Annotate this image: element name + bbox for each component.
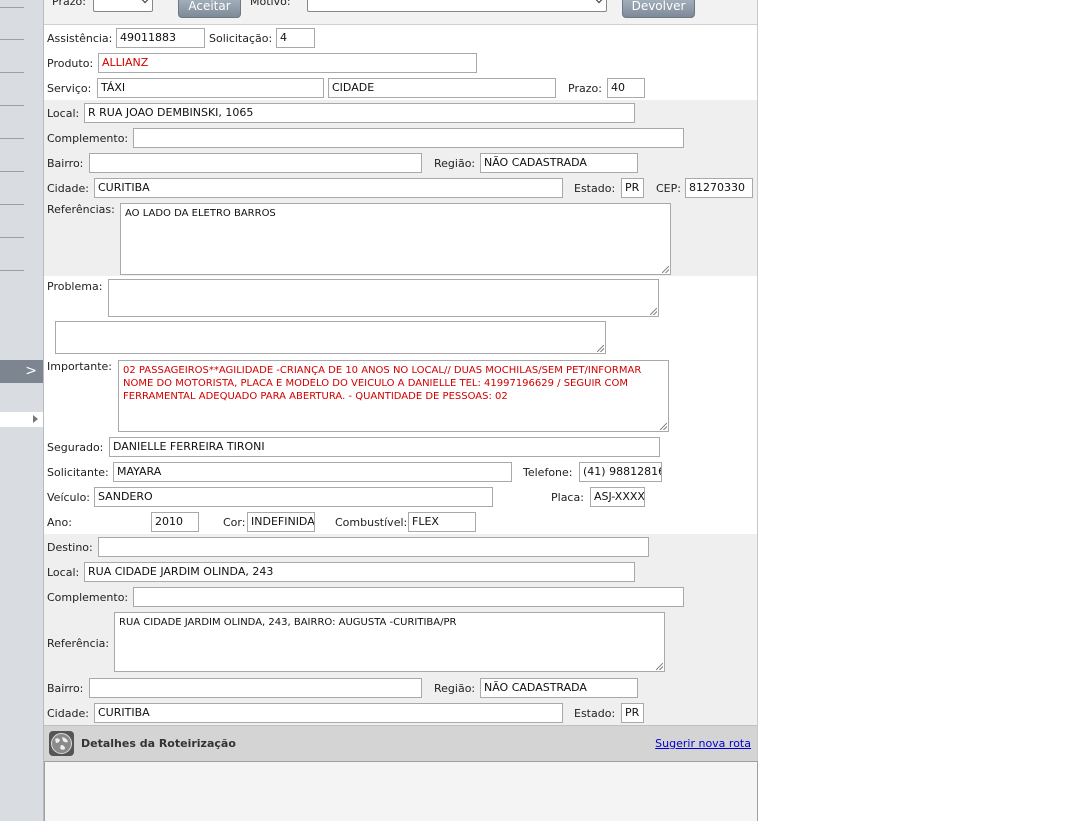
- cor-field[interactable]: INDEFINIDA: [247, 512, 315, 532]
- globe-icon: [49, 731, 74, 756]
- solicitante-field[interactable]: MAYARA: [113, 462, 512, 482]
- placa-field[interactable]: ASJ-XXXX: [590, 487, 645, 507]
- cidade-label: Cidade:: [47, 182, 89, 195]
- importante-textarea[interactable]: 02 PASSAGEIROS**AGILIDADE -CRIANÇA DE 10…: [118, 360, 669, 432]
- destino-label: Destino:: [47, 541, 93, 554]
- devolver-button[interactable]: Devolver: [622, 0, 695, 18]
- regiao-field[interactable]: NÃO CADASTRADA: [480, 153, 638, 173]
- cor-label: Cor:: [223, 516, 246, 529]
- problema-label: Problema:: [47, 280, 103, 293]
- assistencia-field[interactable]: 49011883: [116, 28, 205, 48]
- roteirizacao-title: Detalhes da Roteirização: [81, 737, 236, 750]
- destino-referencia-label: Referência:: [47, 637, 110, 650]
- sugerir-nova-rota-link[interactable]: Sugerir nova rota: [655, 737, 751, 750]
- caret-right-icon: [33, 415, 38, 423]
- destino-estado-field[interactable]: PR: [621, 703, 644, 723]
- sidebar-divider: [0, 204, 24, 205]
- local-field[interactable]: R RUA JOAO DEMBINSKI, 1065: [84, 103, 635, 123]
- problema-textarea[interactable]: [108, 279, 659, 317]
- telefone-field[interactable]: (41) 988128162: [579, 462, 662, 482]
- cep-field[interactable]: 81270330: [685, 178, 753, 198]
- prazo-label: Prazo:: [568, 82, 602, 95]
- destino-complemento-field[interactable]: [133, 587, 684, 607]
- segurado-field[interactable]: DANIELLE FERREIRA TIRONI: [109, 437, 660, 457]
- prazo-top-label: Prazo:: [52, 0, 86, 8]
- assistencia-label: Assistência:: [47, 32, 113, 45]
- sidebar-divider: [0, 270, 24, 271]
- produto-field[interactable]: ALLIANZ: [98, 53, 477, 73]
- solicitante-label: Solicitante:: [47, 466, 109, 479]
- destino-field[interactable]: [98, 537, 649, 557]
- combustivel-field[interactable]: FLEX: [408, 512, 476, 532]
- prazo-select[interactable]: [93, 0, 153, 12]
- destino-local-field[interactable]: RUA CIDADE JARDIM OLINDA, 243: [84, 562, 635, 582]
- left-sidebar: >: [0, 0, 44, 821]
- solicitacao-field[interactable]: 4: [276, 28, 315, 48]
- motivo-select[interactable]: [307, 0, 607, 12]
- veiculo-label: Veículo:: [47, 491, 91, 504]
- prazo-field[interactable]: 40: [607, 78, 645, 98]
- complemento-field[interactable]: [133, 128, 684, 148]
- destino-cidade-field[interactable]: CURITIBA: [94, 703, 563, 723]
- destino-estado-label: Estado:: [574, 707, 616, 720]
- destino-cidade-label: Cidade:: [47, 707, 89, 720]
- motivo-label: Motivo:: [250, 0, 291, 8]
- aceitar-button[interactable]: Aceitar: [178, 0, 241, 18]
- regiao-label: Região:: [434, 157, 476, 170]
- destino-complemento-label: Complemento:: [47, 591, 129, 604]
- solicitacao-label: Solicitação:: [209, 32, 273, 45]
- bairro-label: Bairro:: [47, 157, 84, 170]
- referencias-label: Referências:: [47, 203, 115, 216]
- chevron-down-icon: [140, 0, 150, 4]
- cidade-field[interactable]: CURITIBA: [94, 178, 563, 198]
- complemento-label: Complemento:: [47, 132, 129, 145]
- chevron-right-icon: >: [25, 363, 37, 379]
- sidebar-divider: [0, 105, 24, 106]
- bairro-field[interactable]: [89, 153, 422, 173]
- action-bar: Prazo: Aceitar Motivo: Devolver: [44, 0, 757, 25]
- local-label: Local:: [47, 107, 80, 120]
- ano-field[interactable]: 2010: [151, 512, 199, 532]
- ano-label: Ano:: [47, 516, 72, 529]
- servico-label: Serviço:: [47, 82, 92, 95]
- estado-field[interactable]: PR: [621, 178, 644, 198]
- combustivel-label: Combustível:: [335, 516, 408, 529]
- chevron-down-icon: [594, 0, 604, 4]
- referencias-textarea[interactable]: AO LADO DA ELETRO BARROS: [120, 203, 671, 275]
- destino-regiao-field[interactable]: NÃO CADASTRADA: [480, 678, 638, 698]
- sidebar-divider: [0, 138, 24, 139]
- destino-bairro-field[interactable]: [89, 678, 422, 698]
- problema-extra-textarea[interactable]: [55, 321, 606, 354]
- destino-regiao-label: Região:: [434, 682, 476, 695]
- sidebar-divider: [0, 237, 24, 238]
- telefone-label: Telefone:: [523, 466, 573, 479]
- sidebar-divider: [0, 171, 24, 172]
- sidebar-expand-button[interactable]: >: [0, 360, 43, 383]
- sidebar-divider: [0, 72, 24, 73]
- veiculo-field[interactable]: SANDERO: [94, 487, 493, 507]
- placa-label: Placa:: [551, 491, 584, 504]
- produto-label: Produto:: [47, 57, 94, 70]
- destino-referencia-textarea[interactable]: RUA CIDADE JARDIM OLINDA, 243, BAIRRO: A…: [114, 612, 665, 672]
- sidebar-submenu-item[interactable]: [0, 412, 43, 427]
- sidebar-divider: [0, 39, 24, 40]
- importante-label: Importante:: [47, 360, 113, 373]
- roteirizacao-header: Detalhes da Roteirização Sugerir nova ro…: [44, 725, 757, 761]
- cep-label: CEP:: [656, 182, 681, 195]
- estado-label: Estado:: [574, 182, 616, 195]
- service-form: Prazo: Aceitar Motivo: Devolver Assistên…: [44, 0, 758, 821]
- destino-local-label: Local:: [47, 566, 80, 579]
- roteirizacao-panel: [44, 761, 758, 821]
- sidebar-divider: [0, 7, 24, 8]
- segurado-label: Segurado:: [47, 441, 104, 454]
- servico-field[interactable]: TÁXI: [97, 78, 324, 98]
- servico-local-field[interactable]: CIDADE: [328, 78, 556, 98]
- destino-bairro-label: Bairro:: [47, 682, 84, 695]
